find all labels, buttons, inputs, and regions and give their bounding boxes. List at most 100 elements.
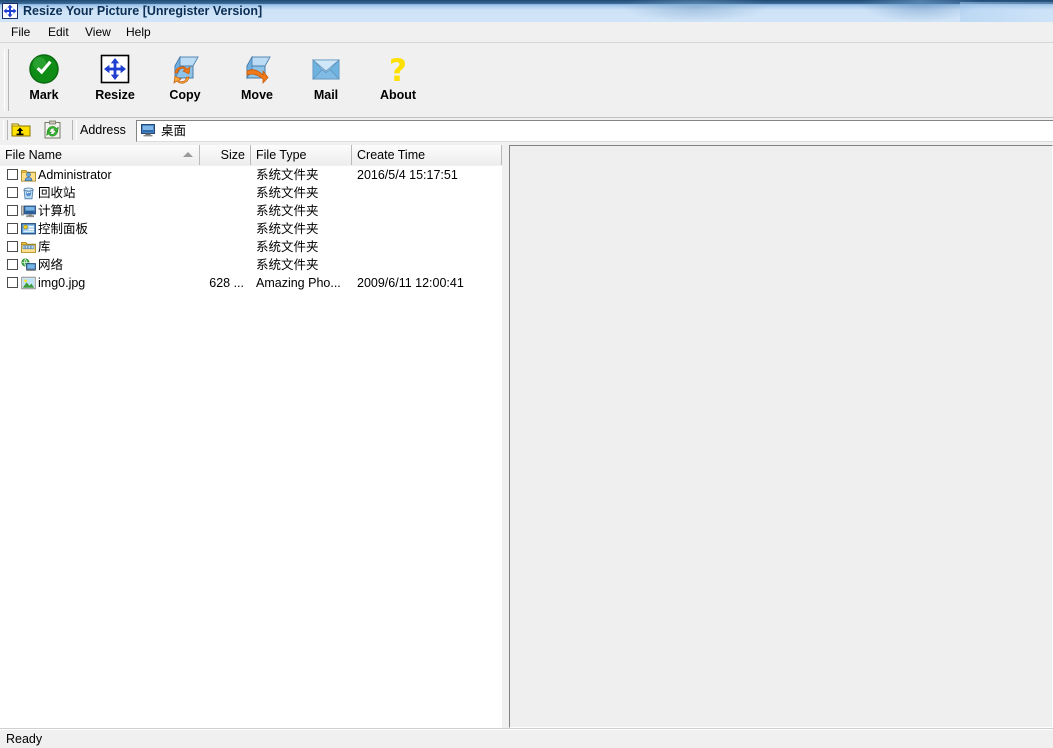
control-panel-icon (21, 222, 36, 236)
folder-up-icon (10, 120, 32, 140)
resize-arrows-icon[interactable] (2, 3, 18, 19)
blue-envelope-icon (294, 51, 358, 87)
resize-button[interactable]: Resize (83, 47, 147, 111)
mail-button-label: Mail (294, 88, 358, 102)
menu-bar: File Edit View Help (0, 22, 1053, 43)
table-row[interactable]: 回收站 系统文件夹 (0, 184, 508, 202)
image-file-icon (21, 276, 36, 290)
row-file-type: 系统文件夹 (256, 256, 319, 274)
refresh-clipboard-icon (42, 120, 64, 140)
row-checkbox[interactable] (7, 169, 18, 180)
row-file-name: 控制面板 (38, 220, 88, 238)
row-file-type: Amazing Pho... (256, 274, 341, 292)
address-label: Address (80, 122, 126, 139)
svg-text:?: ? (389, 53, 407, 87)
column-header-size-label: Size (221, 148, 245, 162)
row-file-name: 计算机 (38, 202, 76, 220)
row-size: 628 ... (200, 274, 244, 292)
copy-button[interactable]: Copy (153, 47, 217, 111)
title-bar-blur-left (620, 0, 770, 22)
computer-icon (21, 204, 36, 218)
recycle-bin-icon (21, 186, 36, 200)
row-file-name: 回收站 (38, 184, 76, 202)
row-size (200, 166, 244, 184)
network-icon (21, 258, 36, 272)
table-row[interactable]: Administrator 系统文件夹 2016/5/4 15:17:51 (0, 166, 508, 184)
preview-panel[interactable] (509, 145, 1053, 728)
table-row[interactable]: 计算机 系统文件夹 (0, 202, 508, 220)
column-header-file-type[interactable]: File Type (251, 145, 352, 165)
menu-item-edit[interactable]: Edit (43, 24, 74, 40)
file-list-panel: File Name Size File Type Create Time (0, 145, 508, 728)
row-checkbox[interactable] (7, 277, 18, 288)
row-create-time: 2016/5/4 15:17:51 (357, 166, 458, 184)
library-folder-icon (21, 240, 36, 254)
mark-button[interactable]: Mark (12, 47, 76, 111)
table-row[interactable]: img0.jpg 628 ... Amazing Pho... 2009/6/1… (0, 274, 508, 292)
about-button-label: About (366, 88, 430, 102)
table-row[interactable]: 库 系统文件夹 (0, 238, 508, 256)
file-list-rows: Administrator 系统文件夹 2016/5/4 15:17:51 回收… (0, 166, 508, 728)
row-file-type: 系统文件夹 (256, 184, 319, 202)
column-header-size[interactable]: Size (200, 145, 251, 165)
move-pages-orange-arrow-icon (225, 51, 289, 87)
row-size (200, 184, 244, 202)
main-toolbar: Mark Resize (0, 43, 1053, 118)
column-header-create-time[interactable]: Create Time (352, 145, 502, 165)
row-checkbox[interactable] (7, 187, 18, 198)
row-file-name: Administrator (38, 166, 112, 184)
column-header-create-time-label: Create Time (357, 148, 425, 162)
row-file-name: 网络 (38, 256, 63, 274)
menu-item-view[interactable]: View (80, 24, 116, 40)
move-button-label: Move (225, 88, 289, 102)
column-header-file-name-label: File Name (5, 148, 62, 162)
toolbar-gripper[interactable] (4, 49, 9, 111)
file-list-header: File Name Size File Type Create Time (0, 145, 508, 167)
row-size (200, 220, 244, 238)
copy-button-label: Copy (153, 88, 217, 102)
row-file-type: 系统文件夹 (256, 202, 319, 220)
address-input[interactable]: 桌面 (136, 120, 1053, 142)
row-file-name: 库 (38, 238, 51, 256)
menu-item-help[interactable]: Help (121, 24, 156, 40)
row-checkbox[interactable] (7, 205, 18, 216)
desktop-monitor-icon (141, 124, 155, 137)
status-bar: Ready (0, 729, 1053, 748)
row-file-type: 系统文件夹 (256, 166, 319, 184)
table-row[interactable]: 网络 系统文件夹 (0, 256, 508, 274)
row-checkbox[interactable] (7, 241, 18, 252)
row-checkbox[interactable] (7, 223, 18, 234)
address-value: 桌面 (161, 122, 186, 140)
title-bar-blur-corner (960, 2, 1053, 22)
row-size (200, 256, 244, 274)
yellow-question-mark-icon: ? (366, 51, 430, 87)
refresh-button[interactable] (42, 120, 68, 141)
row-size (200, 202, 244, 220)
column-header-file-name[interactable]: File Name (0, 145, 200, 165)
green-check-circle-icon (12, 51, 76, 87)
table-row[interactable]: 控制面板 系统文件夹 (0, 220, 508, 238)
sort-ascending-icon (183, 152, 193, 157)
four-way-arrows-box-icon (83, 51, 147, 87)
address-toolbar-separator (72, 120, 77, 140)
mail-button[interactable]: Mail (294, 47, 358, 111)
row-checkbox[interactable] (7, 259, 18, 270)
user-folder-icon (21, 168, 36, 182)
up-one-level-button[interactable] (10, 120, 36, 141)
move-button[interactable]: Move (225, 47, 289, 111)
row-file-type: 系统文件夹 (256, 220, 319, 238)
column-header-file-type-label: File Type (256, 148, 307, 162)
row-size (200, 238, 244, 256)
menu-item-file[interactable]: File (6, 24, 35, 40)
address-toolbar: Address 桌面 (0, 118, 1053, 143)
about-button[interactable]: ? About (366, 47, 430, 111)
status-text: Ready (6, 732, 42, 746)
copy-pages-orange-arrow-icon (153, 51, 217, 87)
mark-button-label: Mark (12, 88, 76, 102)
resize-button-label: Resize (83, 88, 147, 102)
row-file-name: img0.jpg (38, 274, 85, 292)
address-toolbar-gripper[interactable] (3, 120, 8, 140)
row-create-time: 2009/6/11 12:00:41 (357, 274, 464, 292)
title-bar[interactable]: Resize Your Picture [Unregister Version] (0, 0, 1053, 22)
row-file-type: 系统文件夹 (256, 238, 319, 256)
